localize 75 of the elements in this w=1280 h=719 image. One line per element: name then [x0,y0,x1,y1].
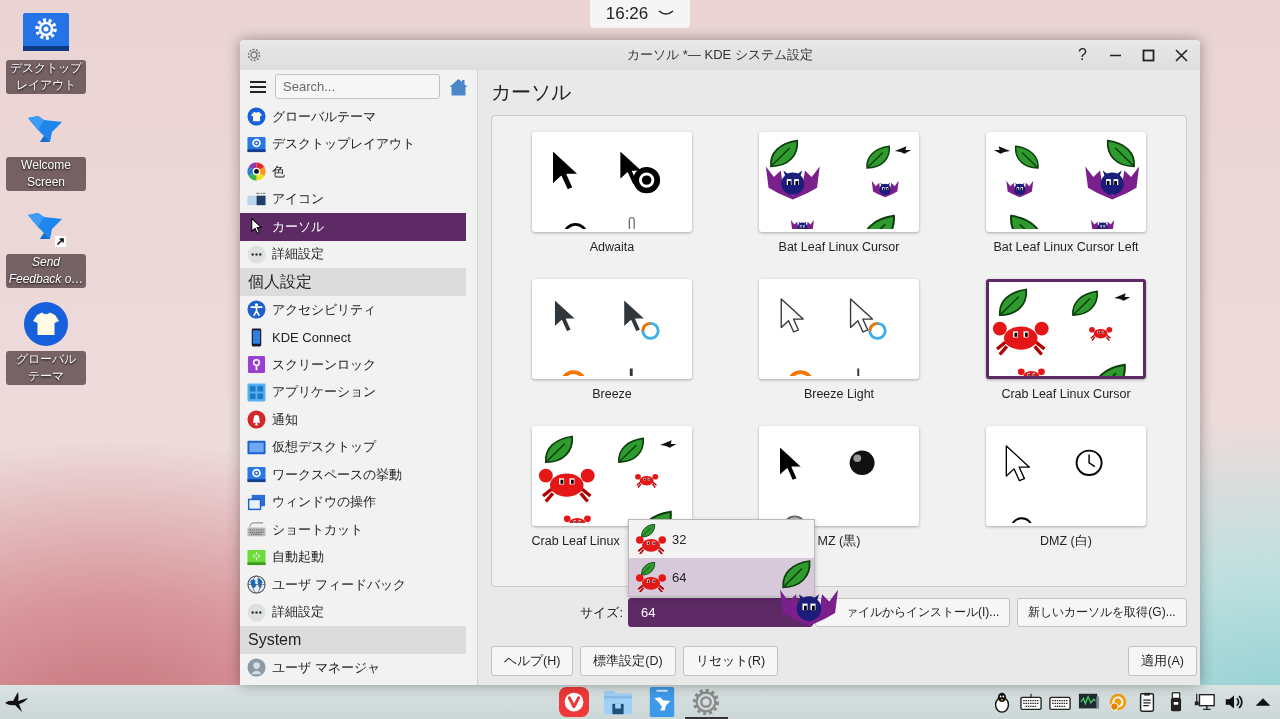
crab-icon [636,524,666,554]
sidebar-item[interactable]: アプリケーション [240,378,466,406]
theme-name: Bat Leaf Linux Cursor [778,239,900,255]
bell-icon [247,410,266,430]
network-icon[interactable] [1194,691,1216,713]
sidebar-item[interactable]: 詳細設定 [240,598,466,626]
gear-icon [691,687,721,717]
bird-document-icon [647,687,677,717]
sidebar-item[interactable]: 仮想デスクトップ [240,433,466,461]
sidebar-item[interactable]: アイコン [240,185,466,213]
desktop-shortcut[interactable]: デスクトップレイアウト [0,9,92,106]
theme-name: MZ (黒) [817,533,861,549]
theme-name: DMZ (白) [1040,533,1092,549]
theme-name: Bat Leaf Linux Cursor Left [993,239,1139,255]
sidebar-item[interactable]: KDE Connect [240,323,466,351]
get-new-button[interactable]: 新しいカーソルを取得(G)... [1017,598,1187,627]
page-heading: カーソル [491,80,572,105]
monitor-sparkle-icon [247,547,266,567]
footer-button[interactable]: ヘルプ(H) [491,646,574,676]
user-icon [247,658,266,678]
size-option[interactable]: 32 [629,520,814,558]
keyboard-icon[interactable] [1020,691,1042,713]
maximize-icon[interactable] [1142,48,1155,62]
sidebar-item[interactable]: ワークスペースの挙動 [240,461,466,489]
theme-name: Crab Leaf Linux [531,533,620,549]
window-title: カーソル *— KDE システム設定 [626,46,814,64]
sidebar-header: System [240,626,466,654]
sidebar-item[interactable]: カーソル [240,213,466,241]
apply-button[interactable]: 適用(A) [1128,646,1197,676]
sidebar-item[interactable]: アクセシビリティ [240,296,466,324]
sidebar-item[interactable]: 通知 [240,406,466,434]
sidebar-item[interactable]: グローバルテーマ [240,103,466,131]
grid-icon [247,382,266,402]
desktop-shortcut[interactable]: Welcome Screen [0,106,92,203]
sidebar-header: 個人設定 [240,268,466,296]
sidebar-item[interactable]: 詳細設定 [240,240,466,268]
size-option[interactable]: 64 [629,558,814,596]
sidebar-item[interactable]: デスクトップレイアウト [240,130,466,158]
sidebar-item[interactable]: ユーザ フィードバック [240,571,466,599]
crab-icon [636,562,666,592]
sidebar-item[interactable]: 色 [240,158,466,186]
help-button[interactable]: ? [1076,45,1089,65]
gear-icon[interactable] [247,48,261,62]
desktop-shortcut[interactable]: グローバルテーマ [0,300,92,397]
sidebar-item[interactable]: 自動起動 [240,543,466,571]
monitor-gear-icon [247,465,266,485]
home-icon[interactable] [449,77,468,96]
v-logo-icon [559,687,589,717]
windows-icon [247,492,266,512]
theme-name: Breeze [592,386,632,402]
globe-icon [247,575,266,595]
clock-time: 16:26 [605,4,649,24]
color-wheel-icon [247,162,266,182]
sidebar-item[interactable]: ショートカット [240,516,466,544]
keyhole-icon [247,355,266,375]
footer-button[interactable]: リセット(R) [682,646,779,676]
dots-icon [247,602,266,622]
monitor-gear-icon [247,134,266,154]
theme-name: Breeze Light [803,386,875,402]
shirt-icon [247,107,266,127]
clock-panel[interactable]: 16:26 [590,0,690,28]
search-field[interactable]: Search... [275,74,440,99]
desktop-shortcut[interactable]: Send Feedback o… [0,203,92,300]
theme-name: Crab Leaf Linux Cursor [1001,386,1131,402]
footer-button[interactable]: 標準設定(D) [580,646,676,676]
sidebar-item[interactable]: ユーザ マネージャ [240,654,466,682]
dots-icon [247,244,266,264]
close-icon[interactable] [1175,48,1188,62]
menu-icon[interactable] [250,79,266,94]
sidebar-item[interactable]: ウィンドウの操作 [240,488,466,516]
accessibility-icon [247,300,266,320]
size-label: サイズ: [580,603,623,622]
theme-name: Adwaita [589,239,635,255]
sidebar-item[interactable]: スクリーンロック [240,351,466,379]
chevron-down-icon [658,10,675,18]
